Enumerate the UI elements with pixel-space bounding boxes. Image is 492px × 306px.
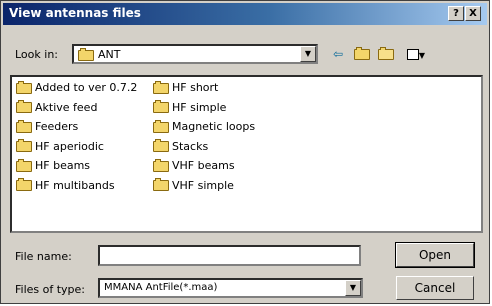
list-item[interactable]: Stacks <box>153 139 255 160</box>
close-button[interactable]: X <box>465 6 481 21</box>
folder-icon <box>16 158 32 172</box>
folder-icon <box>16 139 32 152</box>
open-button[interactable]: Open <box>395 242 475 268</box>
folder-icon <box>153 139 169 152</box>
file-list[interactable]: Added to ver 0.7.2 Aktive feed Feeders H… <box>10 75 483 233</box>
list-item[interactable]: HF short <box>153 80 255 101</box>
folder-icon <box>153 119 169 133</box>
list-item[interactable]: Added to ver 0.7.2 <box>16 80 137 101</box>
help-button[interactable]: ? <box>448 6 464 21</box>
list-item[interactable]: HF simple <box>153 100 255 121</box>
list-item[interactable]: HF multibands <box>16 178 137 199</box>
title-bar: View antennas files ? X <box>3 3 487 25</box>
folder-icon <box>153 80 169 94</box>
list-item[interactable]: VHF simple <box>153 178 255 199</box>
view-menu-icon[interactable]: ▼ <box>403 46 429 62</box>
up-folder-icon[interactable] <box>353 46 371 62</box>
look-in-value: ANT <box>98 48 121 61</box>
look-in-label: Look in: <box>15 48 58 61</box>
new-folder-icon[interactable] <box>377 46 395 62</box>
file-name-label: File name: <box>15 250 72 263</box>
file-type-select[interactable]: MMANA AntFile(*.maa) ▼ <box>98 278 363 298</box>
window-title: View antennas files <box>9 6 141 20</box>
folder-icon <box>16 80 32 94</box>
file-name-input[interactable] <box>98 245 361 266</box>
folder-icon <box>16 178 32 191</box>
list-item[interactable]: HF beams <box>16 158 137 179</box>
list-item[interactable]: Feeders <box>16 119 137 140</box>
cancel-button[interactable]: Cancel <box>396 276 474 300</box>
chevron-down-icon[interactable]: ▼ <box>300 46 316 62</box>
chevron-down-icon[interactable]: ▼ <box>345 280 361 296</box>
folder-icon <box>153 100 169 113</box>
folder-icon <box>153 178 169 191</box>
file-dialog: View antennas files ? X Look in: ANT ▼ ⇦… <box>0 0 490 304</box>
folder-icon <box>16 100 32 113</box>
file-column-2: HF short HF simple Magnetic loops Stacks… <box>153 80 255 199</box>
folder-icon <box>16 119 32 133</box>
look-in-combo[interactable]: ANT ▼ <box>72 44 318 64</box>
list-item[interactable]: Magnetic loops <box>153 119 255 140</box>
list-item[interactable]: VHF beams <box>153 158 255 179</box>
back-arrow-icon[interactable]: ⇦ <box>329 46 347 62</box>
list-item[interactable]: Aktive feed <box>16 100 137 121</box>
folder-icon <box>153 158 169 172</box>
files-of-type-label: Files of type: <box>15 283 86 296</box>
list-item[interactable]: HF aperiodic <box>16 139 137 160</box>
folder-icon <box>78 48 94 61</box>
file-column-1: Added to ver 0.7.2 Aktive feed Feeders H… <box>16 80 137 199</box>
file-type-value: MMANA AntFile(*.maa) <box>104 282 218 293</box>
